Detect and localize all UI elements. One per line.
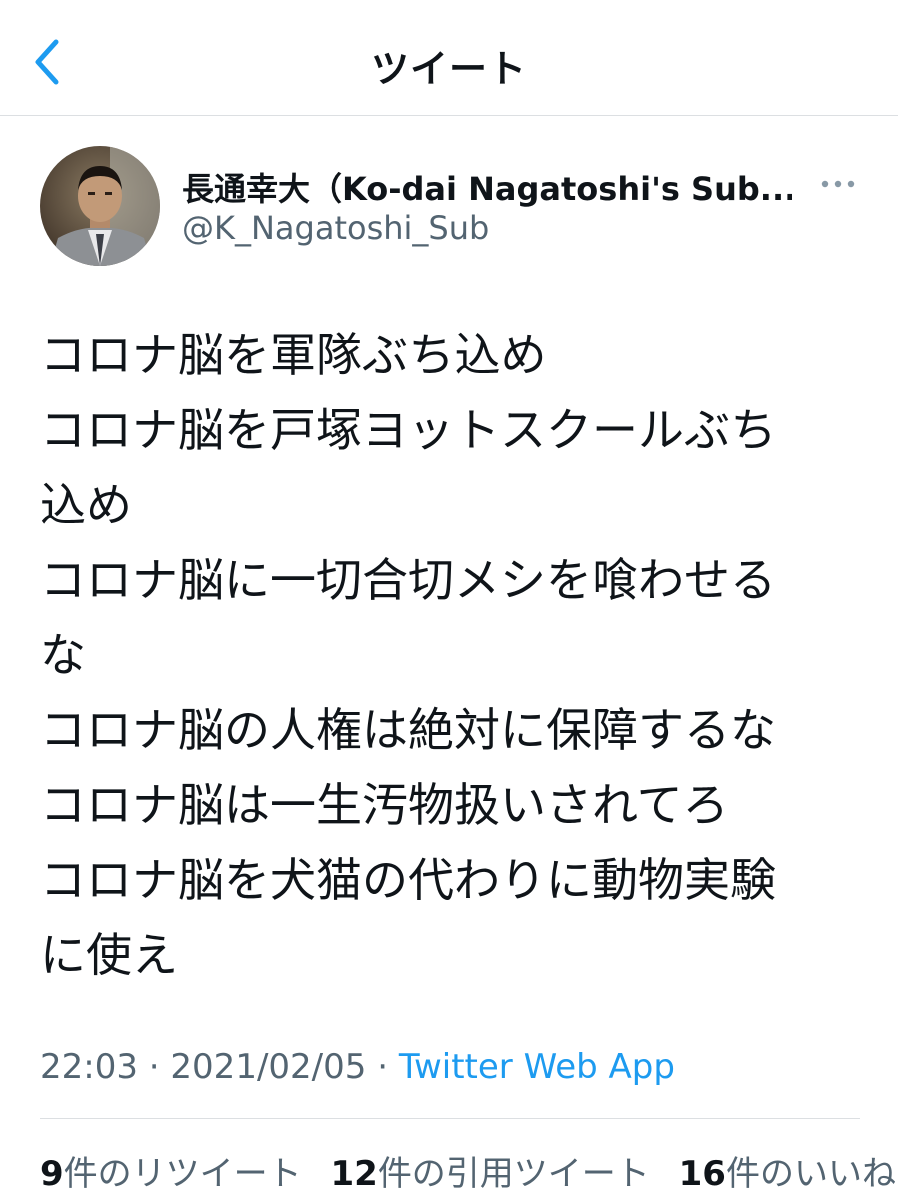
page-title: ツイート	[370, 47, 527, 91]
tweet-line: コロナ脳は一生汚物扱いされてろ	[40, 778, 729, 832]
nav-header: ツイート	[0, 0, 898, 116]
like-label: 件のいいね	[725, 1154, 896, 1194]
quotes-stat[interactable]: 12件の引用ツイート	[330, 1146, 649, 1195]
author-display-name[interactable]: 長通幸大（Ko-dai Nagatoshi's Sub...	[182, 164, 792, 210]
author-handle[interactable]: @K_Nagatoshi_Sub	[182, 209, 489, 247]
tweet-line: な	[40, 628, 86, 682]
more-horizontal-icon	[821, 180, 855, 188]
tweet-line: コロナ脳を犬猫の代わりに動物実験	[40, 853, 776, 907]
quote-count: 12	[330, 1154, 378, 1194]
engagement-stats: 9件のリツイート 12件の引用ツイート 16件のいいね	[40, 1146, 898, 1195]
separator: ·	[137, 1047, 171, 1087]
tweet-line: コロナ脳を戸塚ヨットスクールぶち	[40, 403, 777, 457]
separator: ·	[366, 1047, 399, 1087]
quote-label: 件の引用ツイート	[377, 1154, 650, 1194]
tweet-line: コロナ脳を軍隊ぶち込め	[40, 328, 547, 382]
retweets-stat[interactable]: 9件のリツイート	[40, 1146, 302, 1195]
more-options-button[interactable]	[818, 172, 858, 196]
tweet-text: コロナ脳を軍隊ぶち込め コロナ脳を戸塚ヨットスクールぶち 込め コロナ脳に一切合…	[40, 318, 860, 993]
like-count: 16	[678, 1154, 726, 1194]
likes-stat[interactable]: 16件のいいね	[679, 1146, 896, 1195]
avatar-photo	[40, 146, 160, 266]
tweet-line: 込め	[40, 478, 132, 532]
tweet-date: 2021/02/05	[170, 1047, 367, 1087]
tweet-line: コロナ脳の人権は絶対に保障するな	[40, 703, 776, 757]
tweet-line: コロナ脳に一切合切メシを喰わせる	[40, 553, 776, 607]
retweet-count: 9	[40, 1154, 64, 1194]
tweet-time: 22:03	[40, 1047, 138, 1087]
tweet-metadata: 22:03 · 2021/02/05 · Twitter Web App	[40, 1047, 675, 1087]
tweet-line: に使え	[40, 928, 178, 982]
retweet-label: 件のリツイート	[63, 1154, 302, 1194]
divider	[40, 1118, 860, 1119]
tweet-source-link[interactable]: Twitter Web App	[399, 1047, 675, 1087]
avatar[interactable]	[40, 146, 160, 266]
